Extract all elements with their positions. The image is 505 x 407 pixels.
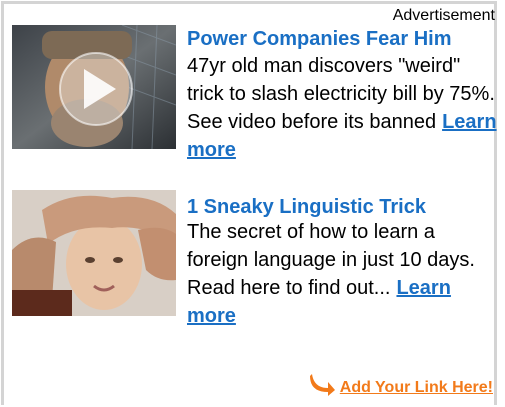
ad-headline-linguistic-trick[interactable]: 1 Sneaky Linguistic Trick (187, 195, 426, 219)
ad-body-power-companies: 47yr old man discovers "weird" trick to … (187, 52, 497, 164)
curved-arrow-icon (309, 374, 335, 396)
add-link-row: Add Your Link Here! (308, 368, 493, 398)
play-icon[interactable] (12, 25, 176, 149)
advertisement-label: Advertisement (392, 7, 495, 24)
linguistic-trick-thumbnail[interactable] (12, 190, 176, 316)
add-your-link-button[interactable]: Add Your Link Here! (340, 379, 493, 397)
video-thumbnail[interactable] (12, 25, 176, 149)
ad-headline-power-companies[interactable]: Power Companies Fear Him (187, 27, 452, 51)
ad-body-linguistic-trick: The secret of how to learn a foreign lan… (187, 218, 497, 330)
